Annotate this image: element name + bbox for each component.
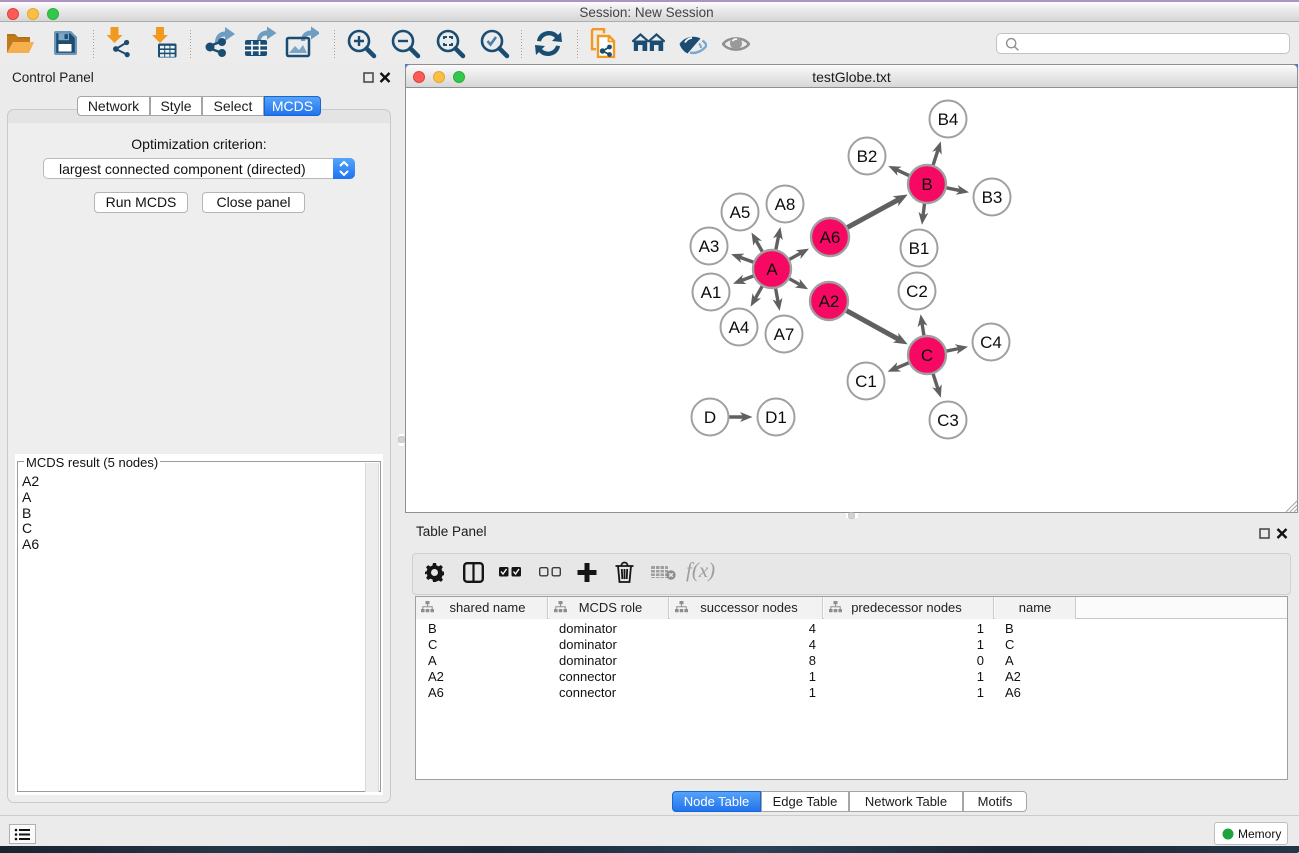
svg-text:A2: A2 <box>819 292 840 311</box>
svg-text:C3: C3 <box>937 411 959 430</box>
svg-text:A3: A3 <box>699 237 720 256</box>
svg-text:D: D <box>704 408 716 427</box>
svg-text:B1: B1 <box>909 239 930 258</box>
svg-text:A5: A5 <box>730 203 751 222</box>
svg-text:C1: C1 <box>855 372 877 391</box>
svg-text:A: A <box>766 260 778 279</box>
svg-text:C2: C2 <box>906 282 928 301</box>
svg-text:A6: A6 <box>820 228 841 247</box>
svg-text:B: B <box>921 175 932 194</box>
svg-text:A4: A4 <box>729 318 750 337</box>
svg-text:A8: A8 <box>775 195 796 214</box>
svg-text:A1: A1 <box>701 283 722 302</box>
svg-text:D1: D1 <box>765 408 787 427</box>
svg-text:B2: B2 <box>857 147 878 166</box>
svg-text:C: C <box>921 346 933 365</box>
svg-text:C4: C4 <box>980 333 1002 352</box>
svg-text:B4: B4 <box>938 110 959 129</box>
svg-text:A7: A7 <box>774 325 795 344</box>
svg-text:B3: B3 <box>982 188 1003 207</box>
